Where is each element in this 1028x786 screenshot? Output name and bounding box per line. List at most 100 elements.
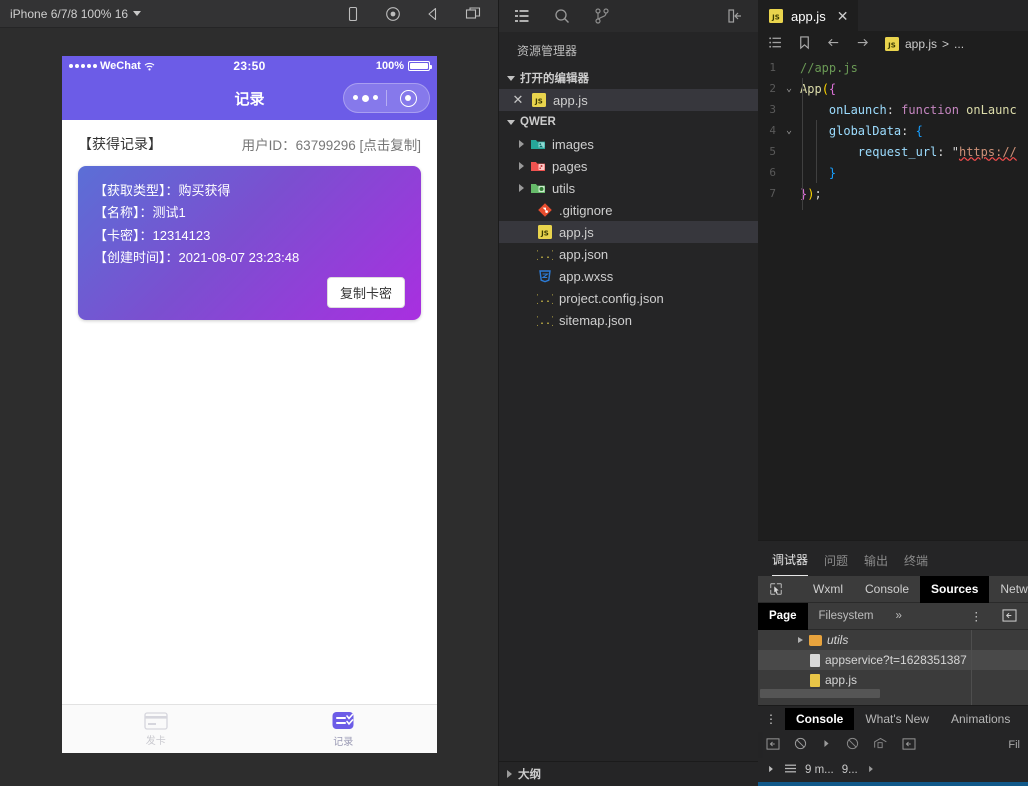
tree-item-projectconfigjson[interactable]: {..} project.config.json	[499, 287, 758, 309]
back-icon[interactable]	[826, 35, 841, 53]
close-icon[interactable]: ✕	[837, 8, 849, 25]
chevron-right-icon[interactable]	[519, 184, 524, 192]
json-file-icon: {..}	[537, 290, 553, 306]
sources-horizontal-scrollbar[interactable]	[758, 689, 1028, 699]
tree-label-appjson: app.json	[559, 247, 608, 262]
js-file-icon: JS	[884, 36, 900, 52]
chevron-right-icon[interactable]	[798, 637, 803, 643]
device-selector[interactable]: iPhone 6/7/8 100% 16	[10, 7, 141, 21]
tree-item-appjson[interactable]: {..} app.json	[499, 243, 758, 265]
show-navigator-icon[interactable]	[991, 603, 1028, 630]
sources-file-tree[interactable]: utils appservice?t=1628351387 app.js	[758, 630, 1028, 705]
open-editor-label: app.js	[553, 93, 588, 108]
debugger-panel-tab[interactable]: 终端	[904, 552, 928, 576]
phone-nav-bar: 记录	[62, 76, 437, 120]
bookmark-icon[interactable]	[797, 35, 812, 53]
console-drawer-tab-animations[interactable]: Animations	[940, 708, 1021, 730]
tab-item-issue-card[interactable]: 发卡	[62, 705, 250, 753]
console-message-count: 9 m...	[805, 764, 834, 776]
context-selector-icon[interactable]	[821, 738, 832, 752]
code-editor[interactable]: 1//app.js2⌄App({3 onLaunch: function onL…	[758, 57, 1028, 231]
tab-item-records[interactable]: 记录	[250, 705, 438, 753]
breadcrumb-separator: >	[942, 37, 949, 51]
inspect-icon[interactable]	[758, 576, 794, 603]
sources-tree-item-appservice[interactable]: appservice?t=1628351387	[758, 650, 1028, 670]
code-text: });	[796, 187, 822, 201]
tree-label-appjs: app.js	[559, 225, 594, 240]
devtools-tab-wxml[interactable]: Wxml	[802, 576, 854, 603]
sources-subtab-more[interactable]: »	[884, 603, 912, 630]
chevron-right-icon[interactable]	[519, 162, 524, 170]
sources-more-options-icon[interactable]: ⋮	[963, 609, 992, 623]
wechat-capsule-button[interactable]	[343, 83, 430, 113]
record-card-actions: 复制卡密	[94, 277, 405, 308]
collapse-panel-icon[interactable]	[726, 7, 744, 25]
more-dots-icon[interactable]	[344, 95, 386, 102]
source-control-icon[interactable]	[593, 7, 611, 25]
window-icon[interactable]	[464, 5, 482, 23]
phone-icon[interactable]	[344, 5, 362, 23]
section-project-root[interactable]: QWER	[499, 111, 758, 133]
svg-text:JS: JS	[887, 42, 896, 50]
section-open-editors[interactable]: 打开的编辑器	[499, 67, 758, 89]
section-outline[interactable]: 大纲	[499, 762, 758, 786]
console-more-options-icon[interactable]: ⋮	[758, 712, 785, 726]
status-battery: 100%	[376, 60, 430, 72]
tree-item-gitignore[interactable]: .gitignore	[499, 199, 758, 221]
sources-tree-label-appjs: app.js	[825, 673, 857, 687]
sources-tree-item-utils[interactable]: utils	[758, 630, 1028, 650]
console-drawer-tab-console[interactable]: Console	[785, 708, 854, 730]
simulator-toolbar: iPhone 6/7/8 100% 16	[0, 0, 498, 28]
expand-icon-2[interactable]	[866, 764, 876, 777]
debugger-panel-tab[interactable]: 问题	[824, 552, 848, 576]
tree-item-utils[interactable]: utils	[499, 177, 758, 199]
close-target-icon[interactable]	[387, 90, 429, 107]
sources-subtab-page[interactable]: Page	[758, 603, 808, 630]
expand-icon[interactable]	[766, 764, 776, 777]
sidebar-icon[interactable]	[766, 738, 780, 753]
sources-tree-item-appjs[interactable]: app.js	[758, 670, 1028, 690]
fold-chevron-icon[interactable]: ⌄	[782, 125, 796, 136]
devtools-tab-network[interactable]: Netwo	[989, 576, 1028, 603]
debugger-panel-tab[interactable]: 输出	[864, 552, 888, 576]
search-icon[interactable]	[553, 7, 571, 25]
record-code-line: 【卡密】：12314123	[94, 225, 405, 247]
record-icon[interactable]	[384, 5, 402, 23]
sources-subtab-filesystem[interactable]: Filesystem	[808, 603, 885, 630]
clear-console-icon[interactable]	[794, 737, 807, 753]
devtools-tab-console[interactable]: Console	[854, 576, 920, 603]
tree-item-appwxss[interactable]: app.wxss	[499, 265, 758, 287]
tree-item-pages[interactable]: pages	[499, 155, 758, 177]
tree-item-appjs[interactable]: JS app.js	[499, 221, 758, 243]
forward-icon[interactable]	[855, 35, 870, 53]
code-line-7: 7});	[758, 183, 1028, 204]
settings-icon[interactable]	[873, 737, 888, 753]
devtools-tab-sources[interactable]: Sources	[920, 576, 989, 603]
debugger-panel-tab[interactable]: 调试器	[772, 551, 808, 576]
js-file-icon: JS	[768, 8, 784, 24]
tree-item-images[interactable]: images	[499, 133, 758, 155]
phone-content: 【获得记录】 用户ID：63799296 [点击复制] 【获取类型】：购买获得 …	[62, 120, 437, 704]
chevron-right-icon[interactable]	[519, 140, 524, 148]
tree-item-sitemapjson[interactable]: {..} sitemap.json	[499, 309, 758, 331]
fold-chevron-icon[interactable]: ⌄	[782, 83, 796, 94]
close-icon[interactable]: ✕	[511, 92, 525, 108]
breadcrumb[interactable]: JS app.js > ...	[884, 36, 964, 52]
chevron-down-icon	[507, 120, 515, 125]
split-icon[interactable]	[902, 738, 916, 753]
editor-tab-appjs[interactable]: JS app.js ✕	[758, 0, 858, 31]
copy-card-code-button[interactable]: 复制卡密	[327, 277, 405, 308]
outline-label: 大纲	[518, 766, 541, 782]
open-editor-item-appjs[interactable]: ✕ JS app.js	[499, 89, 758, 111]
outline-icon[interactable]	[768, 35, 783, 53]
explorer-icon[interactable]	[513, 7, 531, 25]
section-open-editors-label: 打开的编辑器	[520, 70, 589, 86]
levels-icon[interactable]	[846, 737, 859, 753]
devtools-tab-row: Wxml Console Sources Netwo	[758, 576, 1028, 603]
chevron-down-icon	[133, 11, 141, 16]
volume-icon[interactable]	[424, 5, 442, 23]
record-time-line: 【创建时间】：2021-08-07 23:23:48	[94, 247, 405, 269]
user-id-copy-text[interactable]: 用户ID：63799296 [点击复制]	[242, 134, 421, 154]
json-file-icon: {..}	[537, 246, 553, 262]
console-drawer-tab-whats-new[interactable]: What's New	[854, 708, 940, 730]
